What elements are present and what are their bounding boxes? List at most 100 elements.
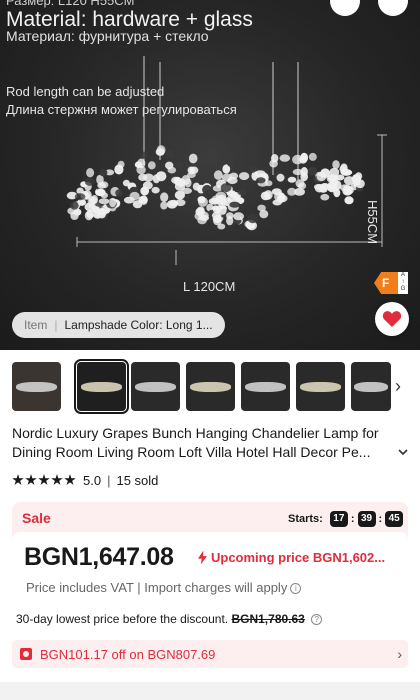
energy-scale: A ↑ G (398, 272, 408, 294)
glass-bead (86, 168, 95, 178)
glass-bead (160, 201, 168, 210)
glass-bead (233, 212, 245, 221)
chevron-right-icon[interactable]: › (388, 374, 408, 398)
glass-bead (342, 185, 353, 196)
glass-bead (217, 223, 226, 230)
glass-bead (167, 166, 177, 174)
star-icon (25, 474, 37, 485)
glass-bead (334, 174, 345, 181)
bolt-icon (198, 550, 207, 565)
product-image[interactable]: Размер: L120 H55CM Material: hardware + … (0, 0, 420, 350)
sale-block: Sale Starts: 17 : 39 : 45 BGN1,647.08 Up… (12, 502, 408, 602)
countdown-hours: 17 (329, 511, 348, 527)
upcoming-price-text: Upcoming price BGN1,602... (211, 550, 386, 565)
glass-bead (117, 160, 125, 168)
countdown-seconds: 45 (385, 511, 404, 527)
thumbnail-lamp-shape (299, 381, 342, 393)
chandelier-illustration (66, 56, 387, 265)
lowest-price-note: 30-day lowest price before the discount.… (16, 612, 323, 626)
thumbnail-lamp-shape (189, 381, 232, 393)
info-icon[interactable]: ? (311, 614, 323, 626)
glass-bead (316, 171, 327, 182)
rating-row[interactable]: 5.0 | 15 sold (12, 471, 158, 489)
glass-bead (169, 199, 179, 207)
glass-bead (229, 172, 239, 180)
thumbnail-4[interactable] (186, 362, 235, 411)
variant-chip-label: Item (24, 318, 48, 332)
thumbnail-5[interactable] (241, 362, 290, 411)
glass-bead (344, 196, 354, 205)
chevron-down-icon[interactable] (396, 445, 410, 459)
thumbnail-lamp-shape (354, 381, 388, 393)
glass-bead (226, 158, 235, 167)
glass-bead (208, 198, 219, 205)
glass-bead (74, 193, 86, 201)
upcoming-price[interactable]: Upcoming price BGN1,602... (198, 550, 404, 565)
glass-bead (257, 204, 266, 212)
glass-bead (151, 186, 160, 194)
energy-class: F (374, 272, 398, 294)
glass-bead (156, 171, 167, 182)
glass-bead (147, 161, 156, 170)
glass-bead (279, 154, 291, 162)
glass-bead (156, 145, 166, 155)
energy-scale-mid: ↑ (401, 279, 405, 285)
countdown-minutes: 39 (357, 511, 376, 527)
thumbnail-strip: › (0, 359, 420, 414)
thumbnail-lamp-shape (244, 381, 287, 393)
glass-bead (248, 166, 257, 173)
star-icon (51, 474, 63, 485)
variant-chip-value: Lampshade Color: Long 1... (64, 318, 213, 332)
variant-chip[interactable]: Item | Lampshade Color: Long 1... (12, 312, 225, 338)
info-icon[interactable]: i (290, 583, 302, 595)
thumbnail-1[interactable] (12, 362, 61, 411)
glass-bead (197, 196, 206, 204)
height-dimension-label: H55CM (365, 200, 380, 245)
sale-countdown: Starts: 17 : 39 : 45 (288, 511, 404, 527)
energy-label-badge[interactable]: F A ↑ G (374, 272, 408, 294)
glass-bead (97, 182, 106, 189)
vat-note[interactable]: Price includes VAT | Import charges will… (26, 580, 302, 595)
length-dimension-label: L 120CM (183, 279, 236, 294)
glass-bead (132, 200, 143, 209)
glass-bead (142, 181, 153, 190)
glass-bead (97, 210, 106, 219)
glass-bead (271, 154, 279, 163)
glass-bead (211, 211, 222, 219)
sold-count: 15 sold (116, 472, 159, 488)
thumbnail-2[interactable] (74, 359, 129, 414)
glass-bead (327, 181, 337, 191)
energy-scale-top: A (400, 272, 405, 278)
glass-bead (140, 151, 148, 159)
rating-stars (12, 474, 76, 486)
coupon-banner[interactable]: BGN101.17 off on BGN807.69 › (12, 640, 408, 668)
rating-value: 5.0 (83, 472, 102, 488)
glass-bead (247, 214, 258, 224)
glass-bead (351, 174, 361, 184)
glass-bead (332, 160, 340, 170)
glass-bead (307, 166, 318, 176)
favorite-button[interactable] (375, 302, 409, 336)
product-title[interactable]: Nordic Luxury Grapes Bunch Hanging Chand… (12, 424, 406, 462)
glass-bead (340, 163, 348, 173)
thumbnail-lamp-shape (134, 381, 177, 393)
glass-bead (294, 188, 305, 196)
glass-bead (176, 178, 186, 187)
starts-label: Starts: (288, 513, 323, 525)
bottom-divider (0, 682, 420, 700)
thumbnail-3[interactable] (131, 362, 180, 411)
glass-bead (287, 176, 297, 183)
chevron-right-icon: › (397, 646, 402, 662)
variant-chip-divider: | (54, 318, 58, 332)
glass-bead (300, 152, 309, 163)
glass-bead (160, 192, 169, 202)
heart-icon (382, 311, 402, 327)
thumbnail-6[interactable] (296, 362, 345, 411)
rating-divider: | (107, 472, 111, 488)
glass-bead (300, 172, 309, 182)
glass-bead (276, 173, 285, 182)
glass-bead (187, 172, 196, 178)
glass-bead (213, 170, 223, 180)
thumbnail-7[interactable] (351, 362, 391, 411)
glass-bead (227, 193, 238, 203)
